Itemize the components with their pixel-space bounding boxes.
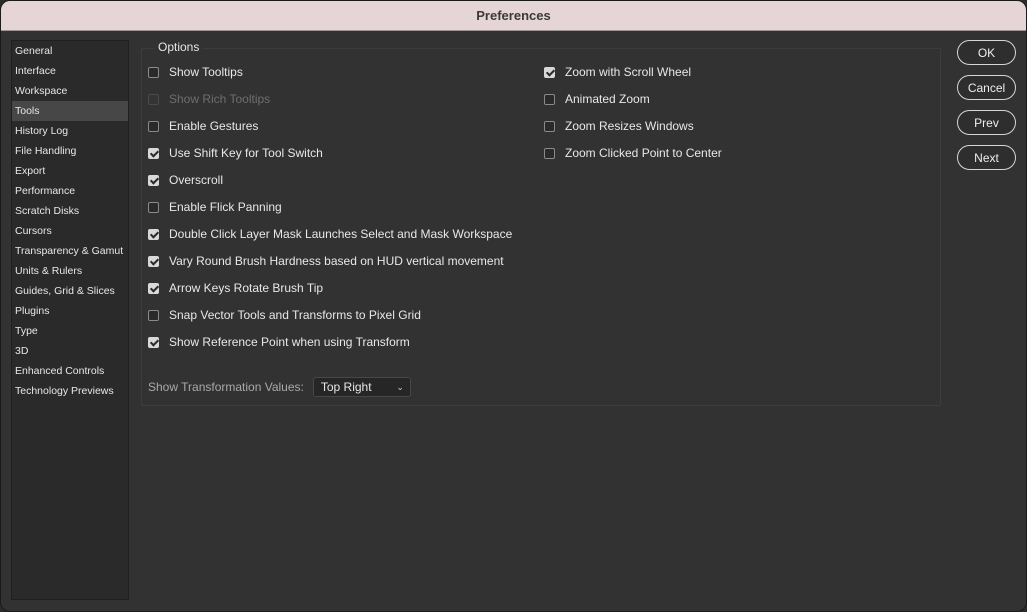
checkbox-vary-round-brush-hardness-based-on-hud-vertical-movement[interactable]: [148, 255, 159, 267]
checkbox-show-tooltips[interactable]: [148, 66, 159, 78]
option-label: Enable Gestures: [169, 119, 259, 133]
sidebar-item-workspace[interactable]: Workspace: [12, 81, 128, 101]
sidebar-item-enhanced-controls[interactable]: Enhanced Controls: [12, 361, 128, 381]
option-double-click-layer-mask-launches-select-and-mask-workspace[interactable]: Double Click Layer Mask Launches Select …: [148, 226, 512, 242]
chevron-down-icon: ⌄: [396, 381, 404, 392]
checkbox-animated-zoom[interactable]: [544, 93, 555, 105]
checkbox-show-rich-tooltips: [148, 93, 159, 105]
option-zoom-resizes-windows[interactable]: Zoom Resizes Windows: [544, 118, 694, 134]
checkbox-snap-vector-tools-and-transforms-to-pixel-grid[interactable]: [148, 309, 159, 321]
sidebar-item-scratch-disks[interactable]: Scratch Disks: [12, 201, 128, 221]
option-zoom-clicked-point-to-center[interactable]: Zoom Clicked Point to Center: [544, 145, 722, 161]
sidebar-item-general[interactable]: General: [12, 41, 128, 61]
window-title: Preferences: [1, 1, 1026, 31]
option-label: Enable Flick Panning: [169, 200, 282, 214]
option-label: Overscroll: [169, 173, 224, 187]
option-label: Show Rich Tooltips: [169, 92, 271, 106]
transformation-values-label: Show Transformation Values:: [148, 380, 304, 394]
option-show-rich-tooltips: Show Rich Tooltips: [148, 91, 270, 107]
checkbox-double-click-layer-mask-launches-select-and-mask-workspace[interactable]: [148, 228, 159, 240]
option-show-tooltips[interactable]: Show Tooltips: [148, 64, 243, 80]
sidebar-item-tools[interactable]: Tools: [12, 100, 128, 121]
sidebar-item-technology-previews[interactable]: Technology Previews: [12, 381, 128, 401]
checkbox-enable-flick-panning[interactable]: [148, 201, 159, 213]
option-label: Use Shift Key for Tool Switch: [169, 146, 323, 160]
preferences-sidebar: General Interface Workspace Tools History Lo…: [11, 40, 129, 600]
option-label: Show Tooltips: [169, 65, 243, 79]
transformation-values-select[interactable]: Top Right ⌄: [312, 377, 411, 397]
option-label: Show Reference Point when using Transfor…: [169, 335, 410, 349]
option-zoom-with-scroll-wheel[interactable]: Zoom with Scroll Wheel: [544, 64, 691, 80]
sidebar-item-file-handling[interactable]: File Handling: [12, 141, 128, 161]
option-label: Arrow Keys Rotate Brush Tip: [169, 281, 324, 295]
option-label: Animated Zoom: [565, 92, 650, 106]
sidebar-item-history-log[interactable]: History Log: [12, 121, 128, 141]
checkbox-arrow-keys-rotate-brush-tip[interactable]: [148, 282, 159, 294]
option-label: Snap Vector Tools and Transforms to Pixe…: [169, 308, 421, 322]
preferences-window: Preferences General Interface Workspace Too…: [0, 0, 1027, 612]
option-label: Double Click Layer Mask Launches Select …: [169, 227, 513, 241]
option-overscroll[interactable]: Overscroll: [148, 172, 223, 188]
checkbox-overscroll[interactable]: [148, 174, 159, 186]
checkbox-enable-gestures[interactable]: [148, 120, 159, 132]
sidebar-item-3d[interactable]: 3D: [12, 341, 128, 361]
cancel-button[interactable]: Cancel: [957, 75, 1016, 100]
checkbox-zoom-resizes-windows[interactable]: [544, 120, 555, 132]
option-label: Vary Round Brush Hardness based on HUD v…: [169, 254, 504, 268]
transformation-values-selected: Top Right: [320, 380, 372, 394]
option-enable-gestures[interactable]: Enable Gestures: [148, 118, 258, 134]
sidebar-item-plugins[interactable]: Plugins: [12, 301, 128, 321]
sidebar-item-cursors[interactable]: Cursors: [12, 221, 128, 241]
checkbox-zoom-clicked-point-to-center[interactable]: [544, 147, 555, 159]
option-label: Zoom Clicked Point to Center: [565, 146, 722, 160]
option-show-reference-point-when-using-transform[interactable]: Show Reference Point when using Transfor…: [148, 334, 410, 350]
option-use-shift-key-for-tool-switch[interactable]: Use Shift Key for Tool Switch: [148, 145, 323, 161]
sidebar-list: General Interface Workspace Tools History Lo…: [12, 41, 128, 401]
options-legend: Options: [154, 40, 204, 54]
option-enable-flick-panning[interactable]: Enable Flick Panning: [148, 199, 282, 215]
checkbox-zoom-with-scroll-wheel[interactable]: [544, 66, 555, 78]
option-snap-vector-tools-and-transforms-to-pixel-grid[interactable]: Snap Vector Tools and Transforms to Pixe…: [148, 307, 421, 323]
next-button[interactable]: Next: [957, 145, 1016, 170]
option-animated-zoom[interactable]: Animated Zoom: [544, 91, 650, 107]
sidebar-item-transparency-gamut[interactable]: Transparency & Gamut: [12, 241, 128, 261]
sidebar-item-type[interactable]: Type: [12, 321, 128, 341]
checkbox-show-reference-point-when-using-transform[interactable]: [148, 336, 159, 348]
option-arrow-keys-rotate-brush-tip[interactable]: Arrow Keys Rotate Brush Tip: [148, 280, 323, 296]
sidebar-item-guides-grid-slices[interactable]: Guides, Grid & Slices: [12, 281, 128, 301]
prev-button[interactable]: Prev: [957, 110, 1016, 135]
option-vary-round-brush-hardness-based-on-hud-vertical-movement[interactable]: Vary Round Brush Hardness based on HUD v…: [148, 253, 504, 269]
sidebar-item-units-rulers[interactable]: Units & Rulers: [12, 261, 128, 281]
transformation-values-row: Show Transformation Values: Top Right ⌄: [148, 377, 411, 397]
sidebar-item-performance[interactable]: Performance: [12, 181, 128, 201]
checkbox-use-shift-key-for-tool-switch[interactable]: [148, 147, 159, 159]
sidebar-item-export[interactable]: Export: [12, 161, 128, 181]
option-label: Zoom Resizes Windows: [565, 119, 694, 133]
option-label: Zoom with Scroll Wheel: [565, 65, 692, 79]
ok-button[interactable]: OK: [957, 40, 1016, 65]
sidebar-item-interface[interactable]: Interface: [12, 61, 128, 81]
